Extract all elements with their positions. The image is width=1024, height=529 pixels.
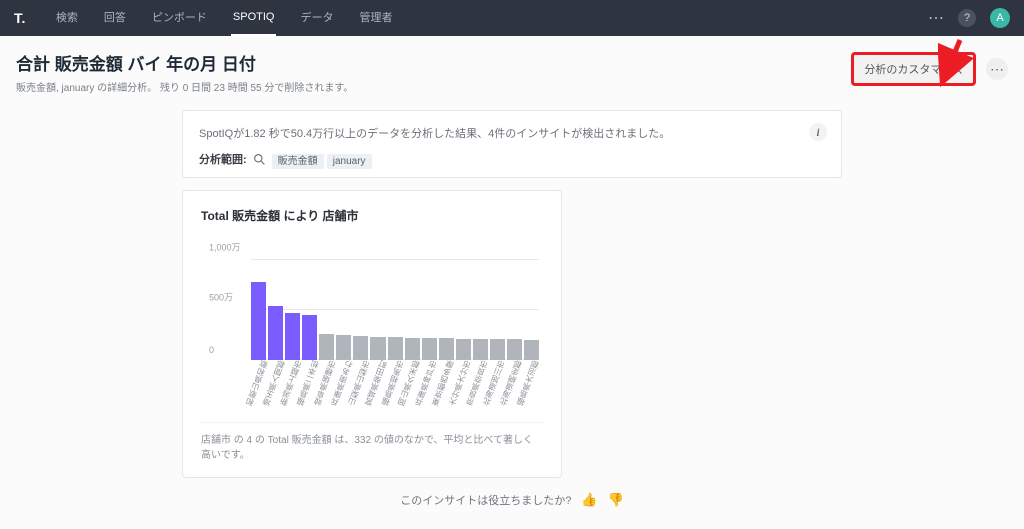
bar[interactable] bbox=[319, 334, 334, 360]
bar[interactable] bbox=[336, 335, 351, 360]
y-tick-label: 1,000万 bbox=[209, 241, 241, 254]
scope-pill[interactable]: 販売金額 bbox=[272, 154, 324, 169]
feedback-prompt: このインサイトは役立ちましたか? bbox=[400, 492, 571, 508]
page-title: 合計 販売金額 バイ 年の月 日付 bbox=[16, 50, 851, 75]
insight-chart[interactable]: 0500万1,000万和歌山県和歌山市埼玉県入間郡越生町新潟県上越市福島県二本松… bbox=[209, 238, 543, 408]
analysis-summary: SpotIQが1.82 秒で50.4万行以上のデータを分析した結果、4件のインサ… bbox=[182, 110, 842, 178]
nav-item-spotiq[interactable]: SPOTIQ bbox=[231, 0, 277, 36]
search-icon bbox=[253, 153, 266, 166]
bar[interactable] bbox=[302, 315, 317, 360]
scope-label: 分析範囲: bbox=[199, 151, 247, 167]
nav-item-検索[interactable]: 検索 bbox=[54, 0, 80, 38]
insight-title: Total 販売金額 により 店舗市 bbox=[201, 207, 543, 224]
insight-card: Total 販売金額 により 店舗市 0500万1,000万和歌山県和歌山市埼玉… bbox=[182, 190, 562, 478]
summary-text: SpotIQが1.82 秒で50.4万行以上のデータを分析した結果、4件のインサ… bbox=[199, 125, 825, 141]
bar[interactable] bbox=[490, 339, 505, 360]
bar[interactable] bbox=[456, 339, 471, 361]
logo[interactable]: T. bbox=[14, 10, 26, 26]
nav-item-データ[interactable]: データ bbox=[298, 0, 335, 38]
nav-item-管理者[interactable]: 管理者 bbox=[357, 0, 394, 38]
customize-analysis-button[interactable]: 分析のカスタマイズ bbox=[851, 52, 976, 86]
y-tick-label: 0 bbox=[209, 345, 214, 355]
page-header: 合計 販売金額 バイ 年の月 日付 販売金額, january の詳細分析。 残… bbox=[0, 36, 1024, 100]
thumbs-down-icon[interactable]: 👎 bbox=[608, 492, 624, 508]
nav-more-icon[interactable]: ⋯ bbox=[928, 8, 944, 28]
help-icon[interactable]: ? bbox=[958, 9, 976, 27]
feedback-row: このインサイトは役立ちましたか? 👍 👎 bbox=[182, 492, 842, 508]
bar[interactable] bbox=[251, 282, 266, 360]
bar[interactable] bbox=[388, 337, 403, 360]
page-subtitle: 販売金額, january の詳細分析。 残り 0 日間 23 時間 55 分で… bbox=[16, 79, 851, 94]
nav-item-回答[interactable]: 回答 bbox=[102, 0, 128, 38]
nav-item-ピンボード[interactable]: ピンボード bbox=[150, 0, 209, 38]
bar[interactable] bbox=[353, 336, 368, 360]
avatar[interactable]: A bbox=[990, 8, 1010, 28]
bar[interactable] bbox=[370, 337, 385, 361]
bar[interactable] bbox=[439, 338, 454, 360]
more-options-button[interactable]: ⋯ bbox=[986, 58, 1008, 80]
analysis-scope: 分析範囲: 販売金額 january bbox=[199, 151, 825, 167]
info-icon[interactable]: i bbox=[809, 123, 827, 141]
bar[interactable] bbox=[507, 339, 522, 360]
thumbs-up-icon[interactable]: 👍 bbox=[581, 492, 597, 508]
bar[interactable] bbox=[422, 338, 437, 360]
bar[interactable] bbox=[268, 306, 283, 360]
y-tick-label: 500万 bbox=[209, 291, 233, 304]
bar[interactable] bbox=[405, 338, 420, 361]
top-nav: T. 検索回答ピンボード SPOTIQ データ管理者 ⋯ ? A bbox=[0, 0, 1024, 36]
insight-description: 店舗市 の 4 の Total 販売金額 は、332 の値のなかで、平均と比べて… bbox=[201, 422, 543, 463]
bar[interactable] bbox=[285, 313, 300, 360]
bar[interactable] bbox=[473, 339, 488, 360]
scope-pill[interactable]: january bbox=[327, 154, 372, 169]
bar[interactable] bbox=[524, 340, 539, 361]
